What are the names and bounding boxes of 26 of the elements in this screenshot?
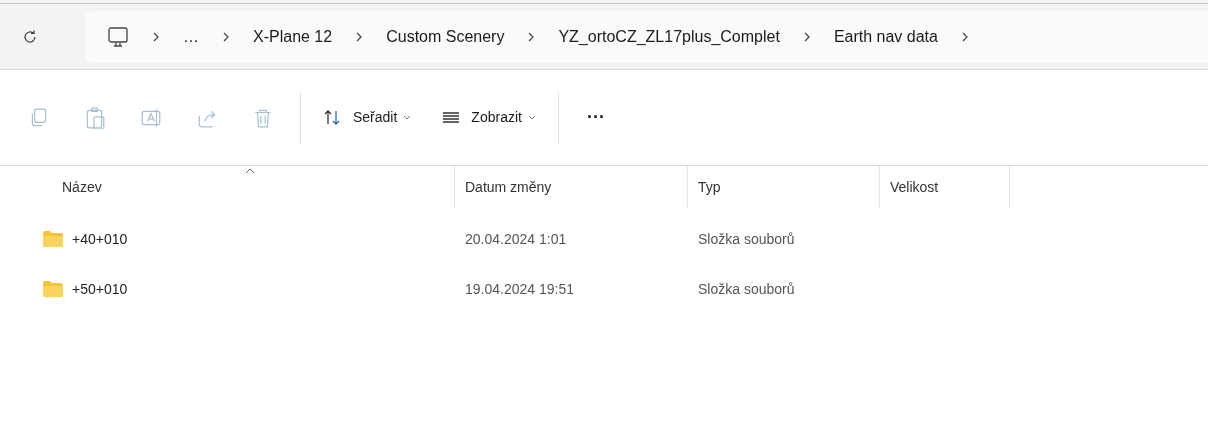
breadcrumb[interactable]: YZ_ortoCZ_ZL17plus_Complet (558, 24, 780, 49)
more-button[interactable]: ··· (586, 104, 605, 131)
table-cell: Složka souborů (698, 280, 795, 297)
breadcrumb[interactable]: … (183, 24, 199, 49)
table-cell: 20.04.2024 1:01 (465, 230, 567, 247)
folder-icon (42, 280, 64, 298)
column-header[interactable]: Velikost (890, 176, 939, 198)
computer-icon[interactable] (107, 25, 129, 48)
column-header[interactable]: Datum změny (465, 176, 552, 198)
folder-icon (42, 230, 64, 248)
chevron-right-icon[interactable] (221, 31, 231, 42)
column-header[interactable]: Název (62, 176, 102, 198)
breadcrumb[interactable]: X-Plane 12 (253, 24, 333, 49)
toolbar-menu-button[interactable]: Seřadit (323, 107, 412, 128)
file-name[interactable]: +40+010 (72, 228, 128, 250)
table-cell: 19.04.2024 19:51 (465, 280, 574, 297)
toolbar-menu-button[interactable]: Zobrazit (441, 107, 536, 128)
table-cell: Složka souborů (698, 230, 795, 247)
column-header[interactable]: Typ (698, 176, 721, 198)
breadcrumb[interactable]: Custom Scenery (386, 24, 505, 49)
refresh-icon[interactable] (22, 28, 38, 45)
caret-down-icon (403, 113, 412, 122)
chevron-right-icon[interactable] (151, 31, 161, 42)
caret-down-icon (527, 113, 536, 122)
breadcrumb[interactable]: Earth nav data (833, 24, 938, 49)
file-name[interactable]: +50+010 (72, 278, 128, 300)
